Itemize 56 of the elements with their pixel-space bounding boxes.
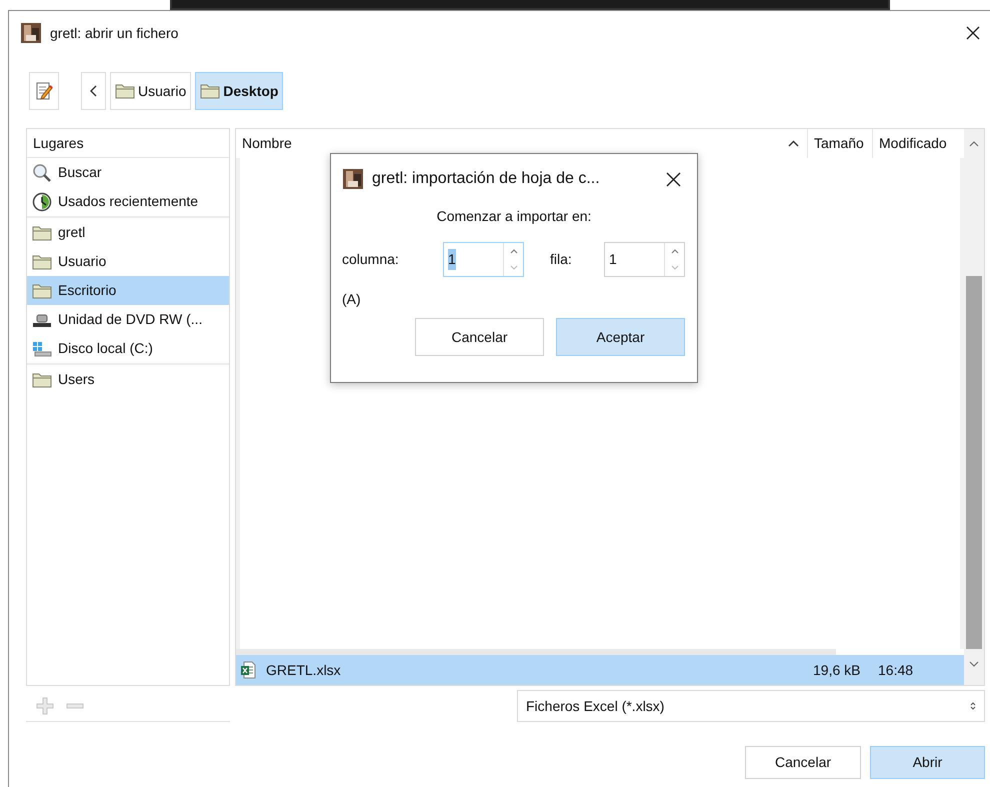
notepad-pencil-icon [35, 81, 53, 101]
scroll-up-icon[interactable] [969, 141, 979, 147]
cancel-button[interactable]: Cancelar [415, 318, 544, 356]
folder-icon [200, 83, 220, 99]
search-icon [32, 162, 52, 182]
chevron-left-icon [90, 85, 98, 97]
clock-icon [32, 192, 52, 212]
drive-icon [32, 312, 52, 328]
column-letter: (A) [342, 291, 361, 307]
close-icon [966, 26, 980, 40]
back-button[interactable] [81, 72, 106, 110]
folder-icon [115, 83, 135, 99]
place-item[interactable]: Users [27, 365, 229, 394]
place-item[interactable]: Escritorio [27, 276, 229, 305]
app-icon [21, 23, 41, 43]
file-modified: 16:48 [877, 660, 914, 680]
folder-icon [32, 254, 52, 270]
vertical-scrollbar[interactable] [964, 129, 984, 685]
path-button[interactable]: Usuario [110, 72, 192, 110]
dialog-heading: Comenzar a importar en: [436, 208, 592, 224]
accept-button[interactable]: Aceptar [556, 318, 685, 356]
file-name: GRETL.xlsx [265, 660, 342, 680]
place-item[interactable]: Unidad de DVD RW (... [27, 305, 229, 334]
increment-icon[interactable] [510, 248, 518, 254]
dialog-title: gretl: importación de hoja de c... [372, 169, 600, 189]
place-item[interactable]: gretl [27, 218, 229, 247]
field-label: columna: [342, 250, 400, 269]
close-icon [666, 172, 680, 186]
column-header[interactable]: Nombre [236, 129, 807, 158]
field-label: fila: [550, 250, 573, 269]
column-header: Lugares [27, 129, 229, 158]
place-item[interactable]: Usuario [27, 247, 229, 276]
scrollbar-thumb[interactable] [966, 276, 982, 649]
edit-location-button[interactable] [29, 72, 59, 110]
column-header[interactable]: Tamaño [807, 129, 872, 158]
place-item[interactable]: Buscar [27, 158, 229, 187]
updown-arrows-icon [970, 701, 976, 711]
window-title: gretl: abrir un fichero [50, 24, 178, 43]
scroll-down-icon[interactable] [969, 661, 979, 667]
folder-icon [32, 282, 52, 298]
spin-field[interactable]: 1 [604, 242, 685, 277]
folder-icon [32, 224, 52, 240]
spin-field[interactable]: 1 [443, 242, 524, 277]
increment-icon[interactable] [670, 248, 678, 254]
open-button[interactable]: Abrir [870, 746, 985, 779]
place-item[interactable]: Disco local (C:) [27, 334, 229, 363]
file-type-dropdown[interactable]: Ficheros Excel (*.xlsx) [517, 690, 985, 722]
path-button[interactable]: Desktop [195, 72, 284, 110]
spreadsheet-file-icon [240, 661, 256, 679]
file-row[interactable]: GRETL.xlsx 19,6 kB 16:48 [236, 655, 964, 685]
app-icon [343, 169, 363, 189]
cancel-button[interactable]: Cancelar [745, 746, 861, 779]
folder-icon [32, 372, 52, 388]
disk-icon [32, 340, 52, 356]
place-item[interactable]: Usados recientemente [27, 187, 229, 216]
file-size: 19,6 kB [812, 660, 862, 680]
